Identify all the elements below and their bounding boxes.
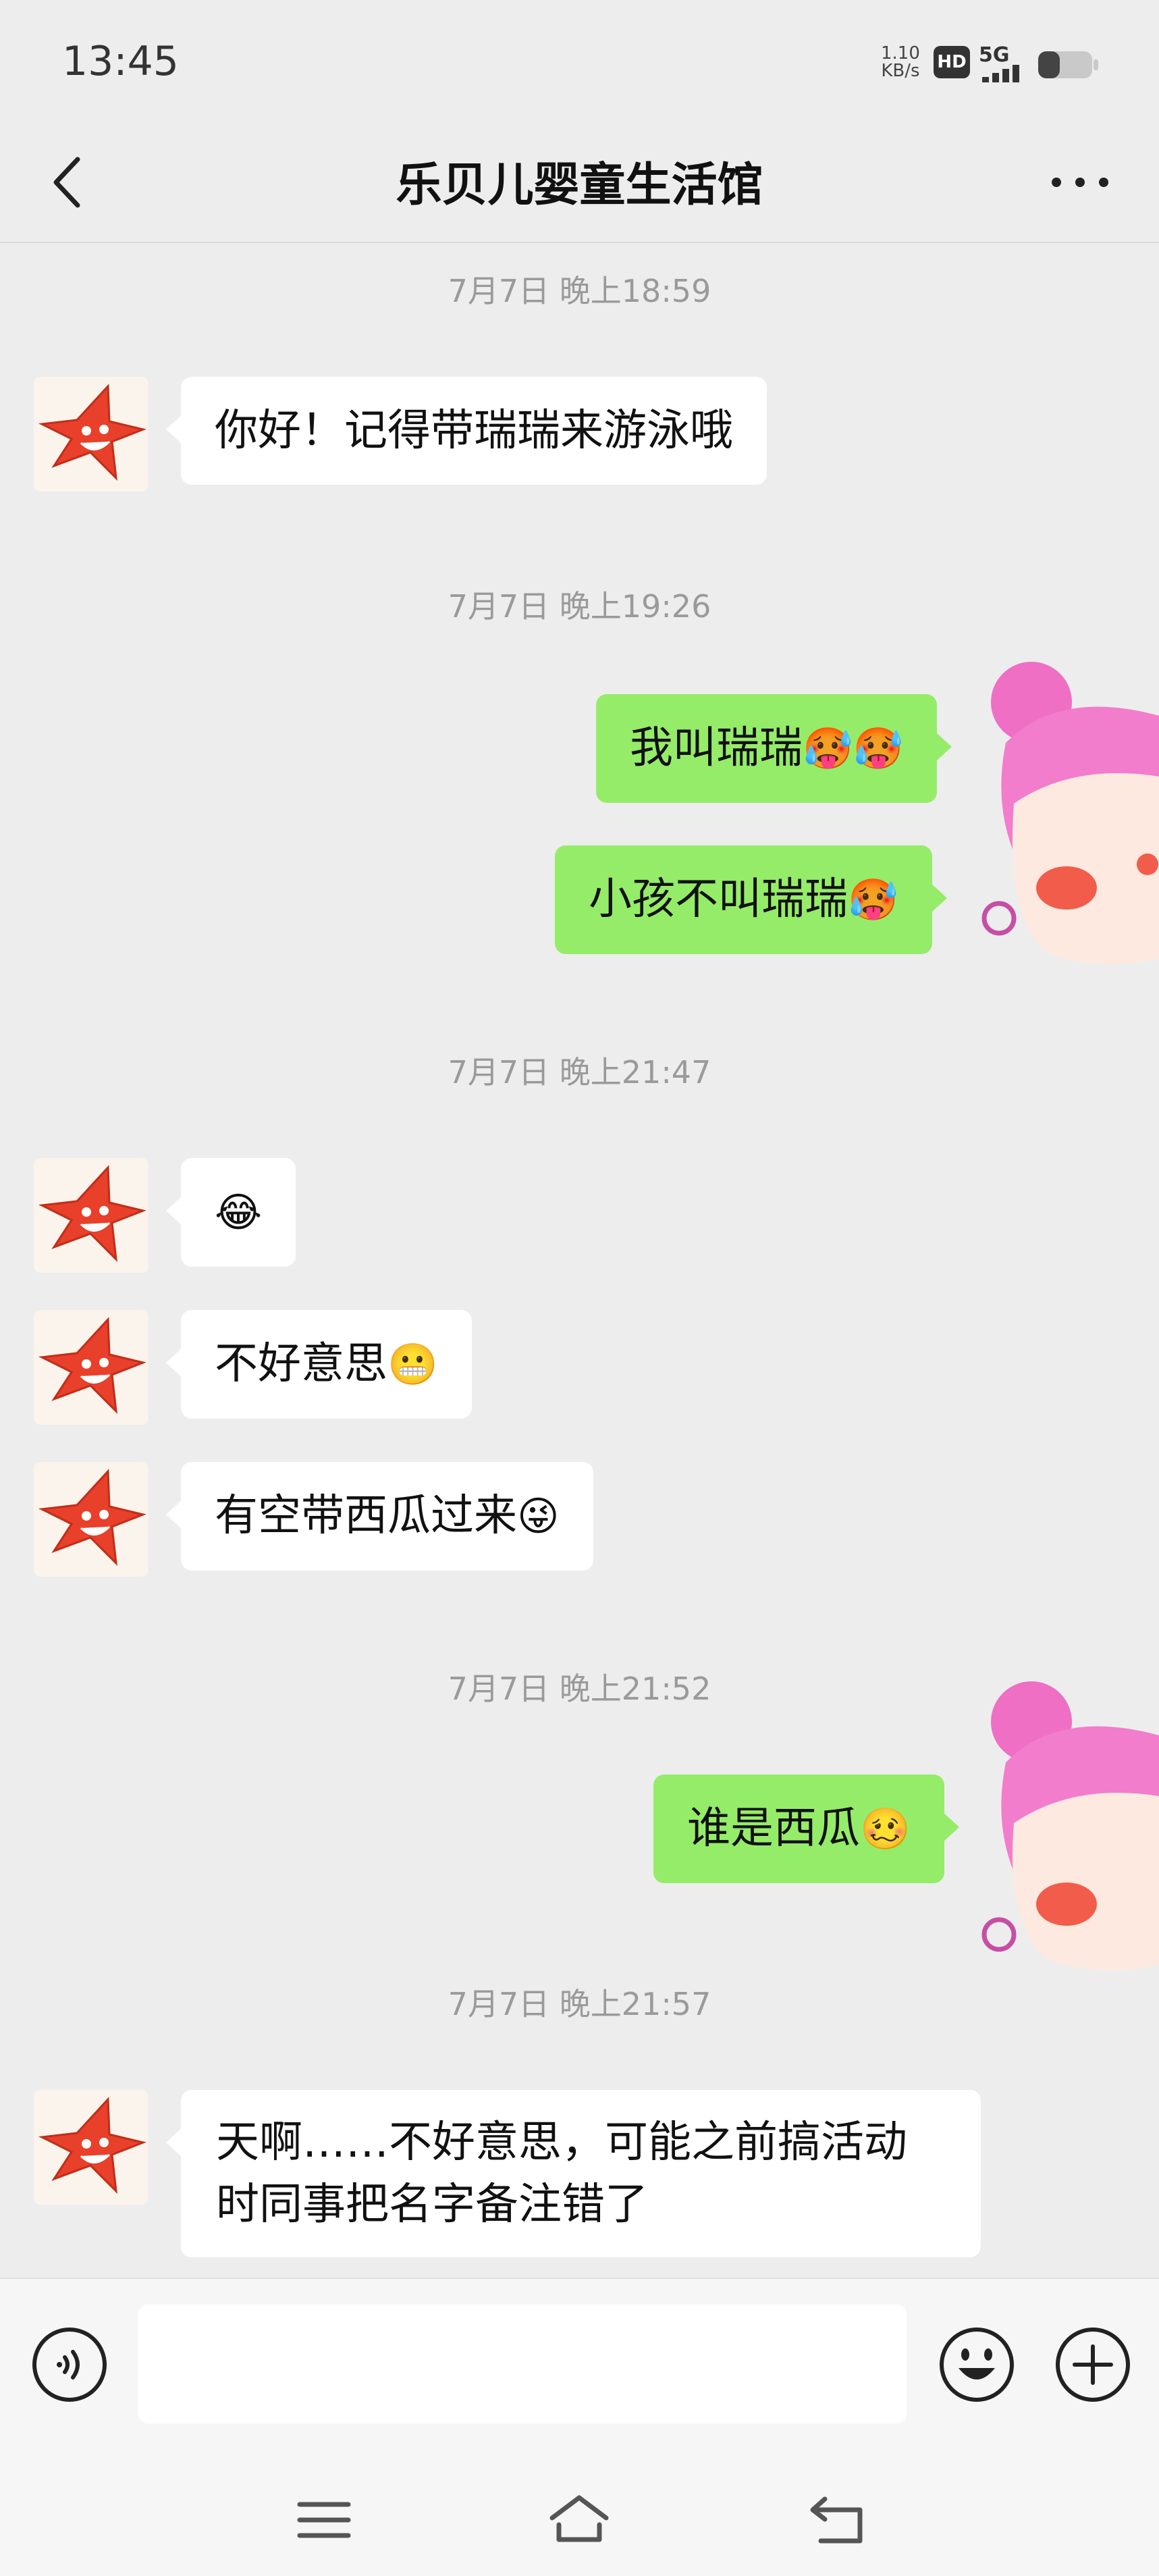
recent-apps-button[interactable] [290, 2490, 358, 2550]
message-bubble-incoming[interactable]: 天啊……不好意思，可能之前搞活动时同事把名字备注错了 [166, 2090, 981, 2257]
more-dots-icon [1052, 178, 1108, 187]
message-text: 不好意思 [215, 1339, 387, 1389]
chat-title: 乐贝儿婴童生活馆 [396, 159, 763, 212]
timestamp: 7月7日 晚上21:57 [448, 1986, 711, 2022]
hd-badge: HD [934, 46, 970, 78]
star-mascot-icon [38, 1165, 146, 1263]
back-button[interactable] [34, 149, 101, 216]
network-speed-unit: KB/s [881, 61, 920, 81]
more-options-button[interactable] [1036, 149, 1124, 216]
message-text: 我叫瑞瑞 [630, 723, 803, 773]
pink-hair-girl-avatar-icon [981, 662, 1159, 964]
home-icon [549, 2495, 609, 2542]
message-text: 谁是西瓜 [687, 1804, 860, 1854]
menu-icon [297, 2502, 351, 2538]
chevron-left-icon [53, 157, 80, 208]
status-time: 13:45 [62, 38, 179, 85]
system-navigation-bar [0, 2467, 1159, 2576]
winking-tongue-emoji: 😜 [517, 1493, 560, 1540]
contact-avatar[interactable] [34, 1158, 149, 1273]
system-back-button[interactable] [805, 2490, 872, 2550]
self-avatar[interactable] [979, 662, 1159, 979]
grimacing-emoji: 😬 [387, 1341, 438, 1388]
message-text: 你好！记得带瑞瑞来游泳哦 [215, 406, 733, 456]
more-functions-button[interactable] [1054, 2326, 1131, 2403]
star-mascot-icon [38, 1469, 146, 1567]
hot-face-emoji: 🥵🥵 [803, 725, 904, 772]
message-bubble-incoming[interactable]: 😂 [165, 1158, 296, 1267]
network-speed-value: 1.10 [881, 43, 920, 63]
woozy-face-emoji: 🥴 [860, 1806, 911, 1853]
plus-icon [1056, 2328, 1130, 2402]
message-bubble-outgoing[interactable]: 小孩不叫瑞瑞🥵 [555, 845, 947, 954]
star-mascot-icon [38, 2097, 146, 2194]
home-button[interactable] [545, 2490, 613, 2550]
signal-icon [982, 65, 1019, 82]
laughing-crying-emoji: 😂 [215, 1189, 263, 1236]
message-bubble-incoming[interactable]: 有空带西瓜过来😜 [166, 1462, 593, 1571]
voice-icon [32, 2328, 107, 2402]
message-text: 小孩不叫瑞瑞 [589, 874, 848, 924]
input-bar [0, 2278, 1159, 2467]
status-bar: 13:45 1.10 KB/s HD 5G [0, 0, 1159, 128]
message-bubble-incoming[interactable]: 你好！记得带瑞瑞来游泳哦 [166, 377, 767, 485]
message-input[interactable] [138, 2305, 907, 2423]
contact-avatar[interactable] [34, 2090, 149, 2205]
back-icon [810, 2496, 863, 2544]
message-bubble-outgoing[interactable]: 谁是西瓜🥴 [653, 1775, 959, 1883]
star-mascot-icon [38, 384, 146, 481]
battery-icon [1038, 51, 1098, 78]
chat-header: 乐贝儿婴童生活馆 [0, 128, 1159, 243]
contact-avatar[interactable] [34, 1310, 149, 1425]
timestamp: 7月7日 晚上21:47 [448, 1054, 711, 1090]
message-bubble-incoming[interactable]: 不好意思😬 [166, 1310, 472, 1419]
timestamp: 7月7日 晚上18:59 [448, 273, 711, 309]
star-mascot-icon [38, 1317, 146, 1415]
emoji-face-icon [940, 2328, 1014, 2402]
emoji-button[interactable] [938, 2326, 1015, 2403]
network-speed: 1.10 KB/s [881, 45, 920, 80]
hot-face-emoji: 🥵 [848, 876, 898, 924]
contact-avatar[interactable] [34, 1462, 149, 1577]
self-avatar[interactable] [979, 1681, 1159, 1978]
voice-button[interactable] [31, 2326, 108, 2403]
message-text: 天啊……不好意思，可能之前搞活动时同事把名字备注错了 [216, 2118, 907, 2230]
timestamp: 7月7日 晚上19:26 [448, 588, 711, 625]
contact-avatar[interactable] [34, 377, 149, 492]
message-bubble-outgoing[interactable]: 我叫瑞瑞🥵🥵 [596, 694, 952, 803]
message-text: 有空带西瓜过来 [215, 1491, 517, 1541]
pink-hair-girl-avatar-icon [981, 1681, 1159, 1970]
